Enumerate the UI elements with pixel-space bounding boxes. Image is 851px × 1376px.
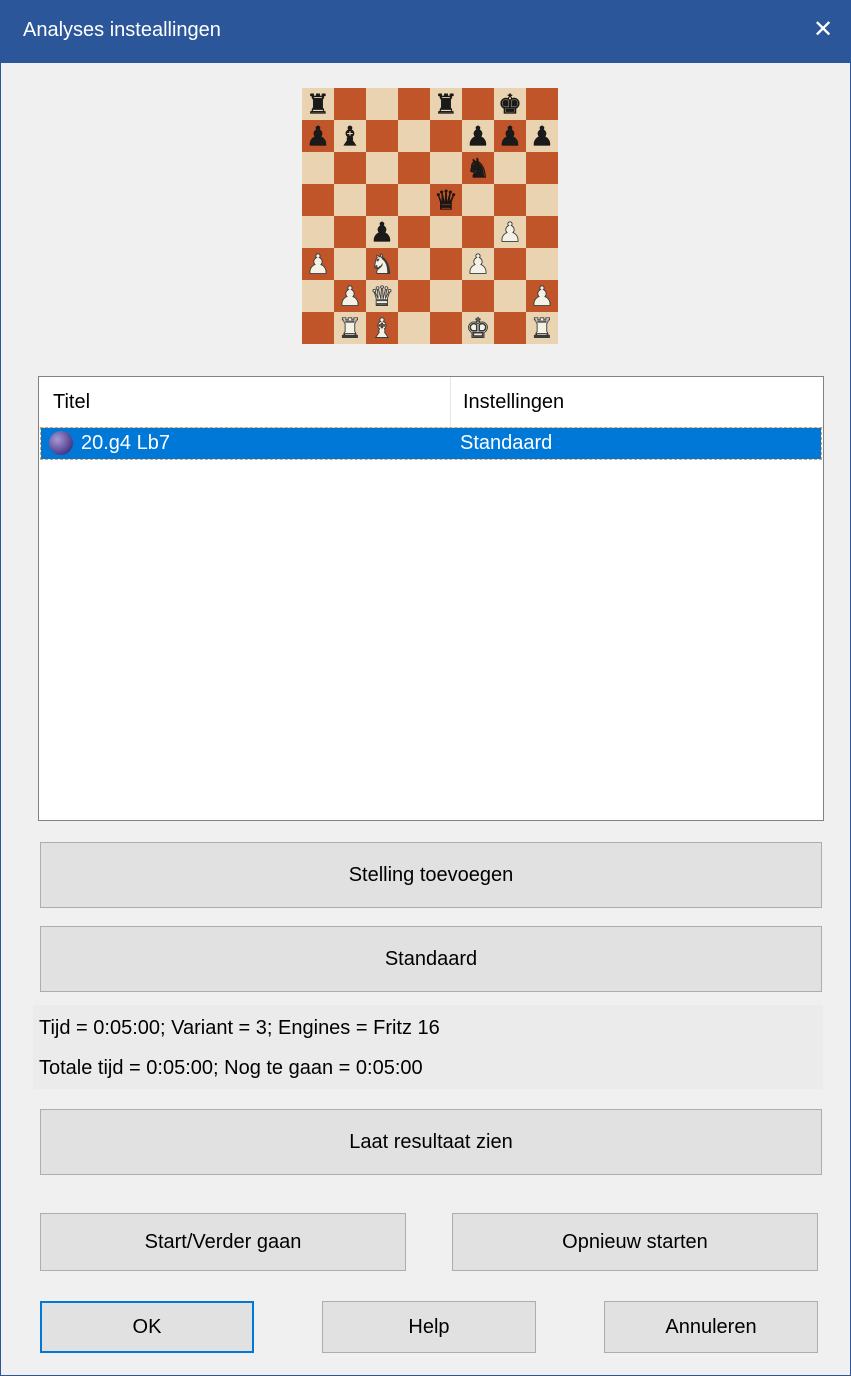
board-square [526, 248, 558, 280]
column-header-settings[interactable]: Instellingen [463, 391, 564, 414]
standard-settings-label: Standaard [384, 948, 478, 970]
white-rook-icon: ♜ [338, 314, 362, 345]
board-square [462, 184, 494, 216]
board-square [366, 184, 398, 216]
add-position-label: Stelling toevoegen [348, 864, 514, 886]
cancel-label: Annuleren [665, 1316, 757, 1338]
board-square [398, 152, 430, 184]
analysis-settings-dialog: Analyses insteallingen ✕ ♜ ♜ ♚ ♟ ♝ ♟ ♟ ♟ ♞ ♛ ♟ ♟ ♟ ♞ ♟… [0, 0, 851, 1376]
board-square [430, 248, 462, 280]
board-square [334, 248, 366, 280]
column-header-title[interactable]: Titel [53, 391, 90, 414]
row-settings: Standaard [460, 432, 553, 454]
close-icon[interactable]: ✕ [808, 13, 838, 47]
dialog-title: Analyses insteallingen [23, 19, 221, 41]
cancel-button[interactable]: Annuleren [604, 1301, 818, 1353]
start-continue-button[interactable]: Start/Verder gaan [40, 1213, 406, 1271]
show-result-label: Laat resultaat zien [349, 1131, 513, 1153]
black-rook-icon: ♜ [434, 90, 458, 121]
chess-board-preview: ♜ ♜ ♚ ♟ ♝ ♟ ♟ ♟ ♞ ♛ ♟ ♟ ♟ ♞ ♟ ♟ ♛ ♟ ♜ ♝ ♚ ♜ [302, 88, 558, 344]
board-square [398, 280, 430, 312]
board-square [526, 216, 558, 248]
start-continue-label: Start/Verder gaan [144, 1231, 302, 1253]
board-square [302, 280, 334, 312]
positions-list[interactable]: Titel Instellingen 20.g4 Lb7 Standaard [38, 376, 824, 821]
board-square [302, 312, 334, 344]
white-rook-icon: ♜ [530, 314, 554, 345]
board-square [334, 184, 366, 216]
board-square [334, 88, 366, 120]
board-square [462, 280, 494, 312]
add-position-button[interactable]: Stelling toevoegen [40, 842, 822, 908]
board-square [494, 312, 526, 344]
board-square [398, 216, 430, 248]
white-bishop-icon: ♝ [370, 314, 394, 345]
restart-label: Opnieuw starten [562, 1231, 708, 1253]
board-square [366, 120, 398, 152]
white-pawn-icon: ♟ [498, 218, 522, 249]
board-square [494, 280, 526, 312]
show-result-button[interactable]: Laat resultaat zien [40, 1109, 822, 1175]
chess-board-svg: ♜ ♜ ♚♟ ♝ ♟ ♟ ♟♞♛♟ ♟♟ ♞ ♟♟ ♛ ♟♜ ♝ ♚ ♜ [302, 88, 558, 344]
board-square [398, 88, 430, 120]
standard-settings-button[interactable]: Standaard [40, 926, 822, 992]
board-square [526, 88, 558, 120]
board-square [334, 216, 366, 248]
black-pawn-icon: ♟ [370, 218, 394, 249]
board-square [494, 184, 526, 216]
black-pawn-icon: ♟ [306, 122, 330, 153]
white-king-icon: ♚ [466, 314, 490, 345]
white-pawn-icon: ♟ [466, 250, 490, 281]
help-button[interactable]: Help [322, 1301, 536, 1353]
position-ball-icon [49, 431, 73, 455]
column-divider[interactable] [450, 377, 451, 427]
board-square [494, 248, 526, 280]
time-info-text: Tijd = 0:05:00; Variant = 3; Engines = F… [39, 1017, 440, 1039]
row-title: 20.g4 Lb7 [81, 432, 170, 454]
ok-button[interactable]: OK [40, 1301, 254, 1353]
board-square [398, 120, 430, 152]
board-square [302, 184, 334, 216]
board-square [398, 248, 430, 280]
board-square [334, 152, 366, 184]
board-square [526, 152, 558, 184]
info-panel: Tijd = 0:05:00; Variant = 3; Engines = F… [33, 1005, 823, 1089]
white-pawn-icon: ♟ [338, 282, 362, 313]
restart-button[interactable]: Opnieuw starten [452, 1213, 818, 1271]
help-label: Help [408, 1316, 450, 1338]
board-square [398, 312, 430, 344]
board-square [462, 216, 494, 248]
white-knight-icon: ♞ [370, 250, 394, 281]
board-square [366, 88, 398, 120]
board-square [462, 88, 494, 120]
ok-label: OK [132, 1316, 162, 1338]
board-square [494, 152, 526, 184]
board-square [430, 216, 462, 248]
black-knight-icon: ♞ [466, 154, 490, 185]
white-pawn-icon: ♟ [530, 282, 554, 313]
total-time-info-text: Totale tijd = 0:05:00; Nog te gaan = 0:0… [39, 1057, 423, 1079]
board-square [430, 312, 462, 344]
board-square [398, 184, 430, 216]
board-square [526, 184, 558, 216]
title-bar[interactable]: Analyses insteallingen ✕ [1, 1, 850, 63]
board-square [366, 152, 398, 184]
list-row[interactable]: 20.g4 Lb7 Standaard [40, 427, 822, 460]
black-pawn-icon: ♟ [530, 122, 554, 153]
black-rook-icon: ♜ [306, 90, 330, 121]
black-king-icon: ♚ [498, 90, 522, 121]
white-queen-icon: ♛ [370, 282, 394, 313]
white-pawn-icon: ♟ [306, 250, 330, 281]
black-pawn-icon: ♟ [466, 122, 490, 153]
board-square [302, 216, 334, 248]
black-bishop-icon: ♝ [338, 122, 362, 153]
board-square [430, 152, 462, 184]
black-pawn-icon: ♟ [498, 122, 522, 153]
board-square [430, 120, 462, 152]
black-queen-icon: ♛ [434, 186, 458, 217]
board-square [302, 152, 334, 184]
board-square [430, 280, 462, 312]
list-header: Titel Instellingen [39, 377, 823, 428]
